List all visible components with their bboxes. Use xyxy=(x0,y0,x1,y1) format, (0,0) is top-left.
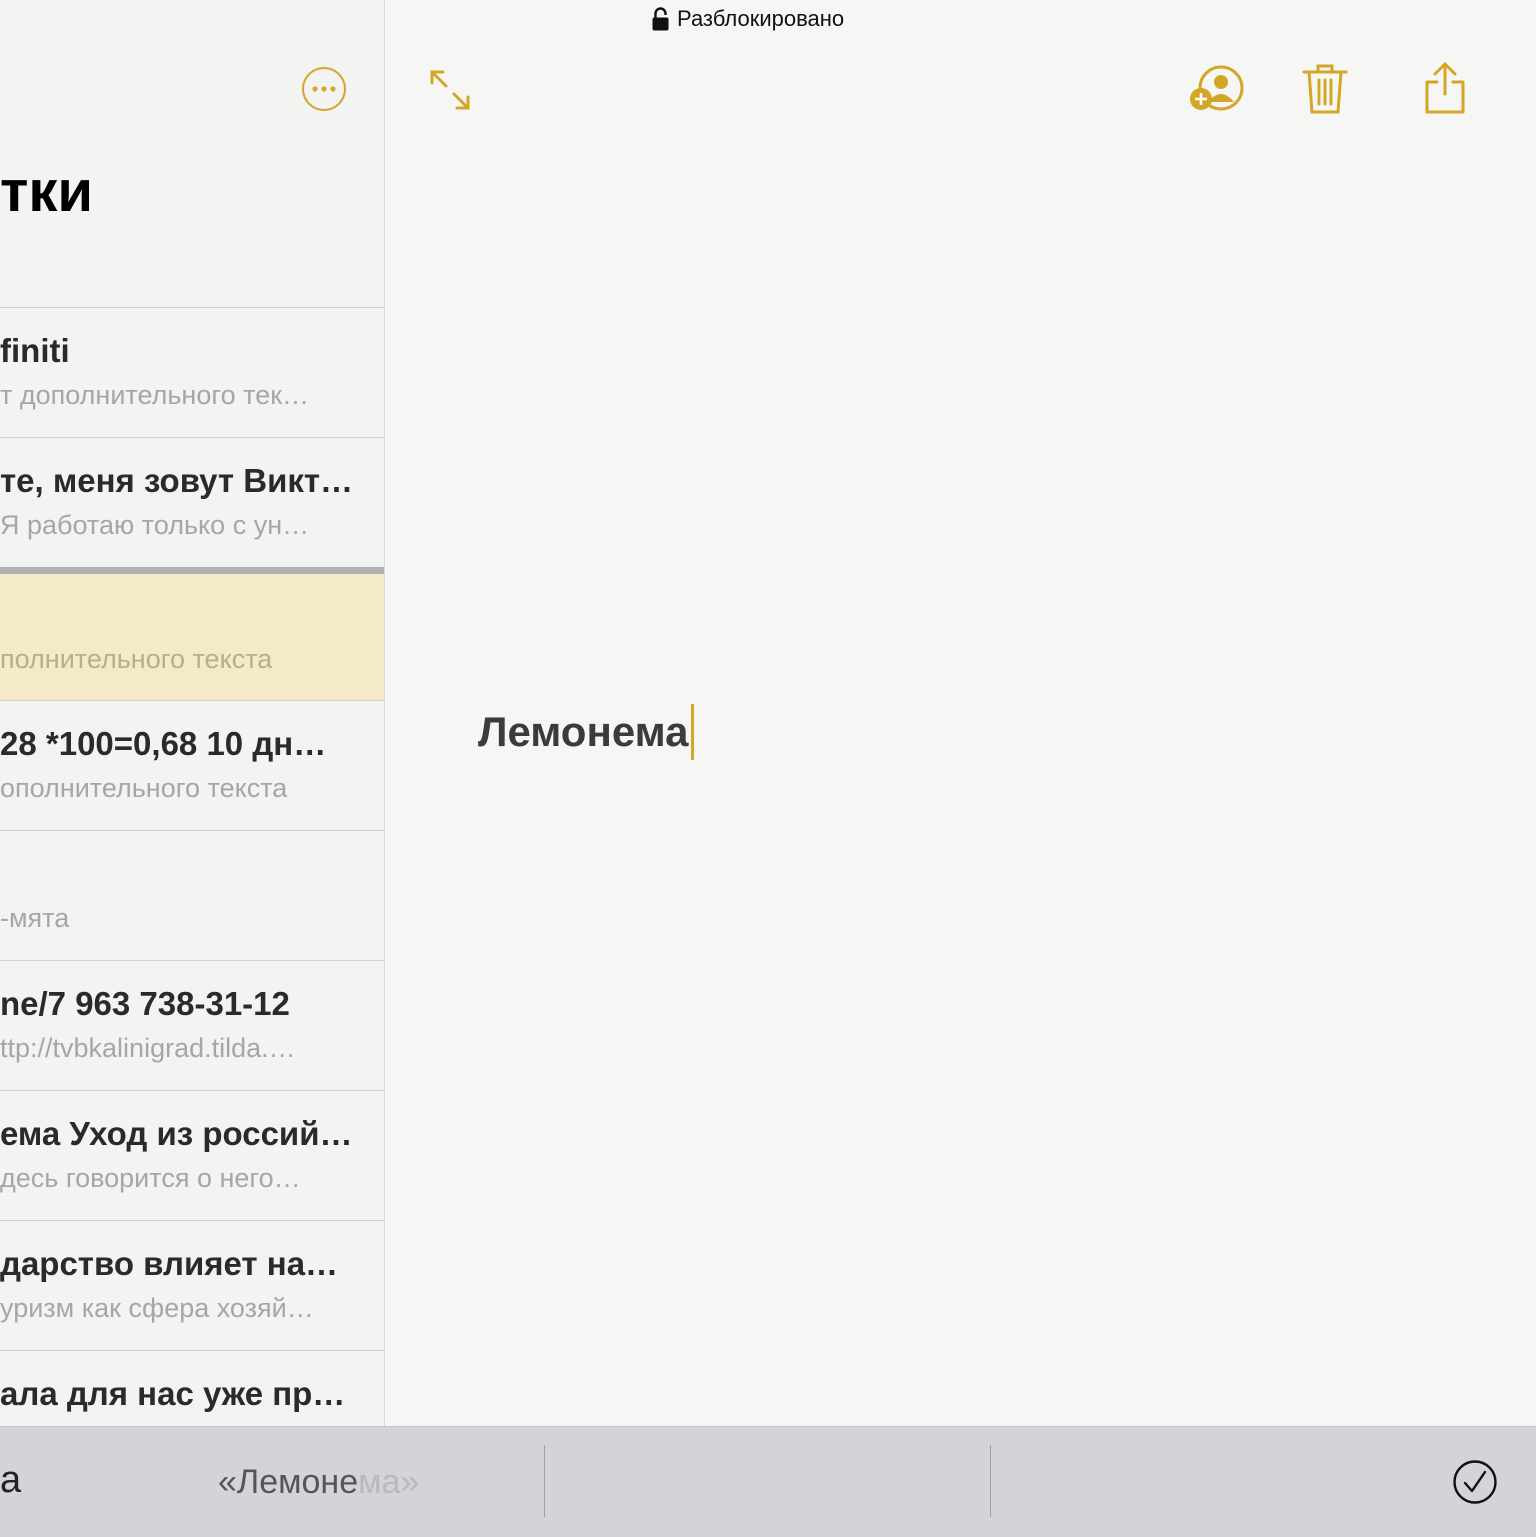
keyboard-suggestion-bar: а «Лемонема» xyxy=(0,1426,1536,1537)
expand-icon xyxy=(430,70,470,110)
note-preview: Я работаю только с ун… xyxy=(0,510,310,540)
note-list-item[interactable]: дарство влияет на… уризм как сфера хозяй… xyxy=(0,1220,384,1350)
suggestion-divider xyxy=(544,1445,545,1517)
expand-button[interactable] xyxy=(426,66,474,119)
done-button[interactable] xyxy=(1452,1459,1498,1510)
notes-list: finiti т дополнительного тек… те, меня з… xyxy=(0,307,384,1426)
add-person-button[interactable] xyxy=(1188,64,1248,119)
folder-title: тки xyxy=(0,159,94,224)
note-title: ема Уход из россий… xyxy=(0,1115,353,1152)
note-title: дарство влияет на… xyxy=(0,1245,339,1282)
add-person-icon xyxy=(1190,65,1244,111)
share-button[interactable] xyxy=(1422,60,1468,121)
note-list-item[interactable]: ема Уход из россий… десь говорится о нег… xyxy=(0,1090,384,1220)
suggestion-quoted-main: «Лемоне xyxy=(218,1463,359,1501)
note-preview: ополнительного текста xyxy=(0,773,288,803)
note-preview: ttp://tvbkalinigrad.tilda.… xyxy=(0,1033,296,1063)
note-preview: десь говорится о него… xyxy=(0,1163,301,1193)
suggestion-divider xyxy=(990,1445,991,1517)
note-list-item[interactable]: finiti т дополнительного тек… xyxy=(0,307,384,437)
share-icon xyxy=(1425,62,1465,114)
note-title: те, меня зовут Викт… xyxy=(0,462,354,499)
delete-button[interactable] xyxy=(1302,62,1348,121)
note-list-item[interactable]: те, меня зовут Викт… Я работаю только с … xyxy=(0,437,384,567)
note-list-item[interactable]: 28 *100=0,68 10 дн… ополнительного текст… xyxy=(0,700,384,830)
note-preview: т дополнительного тек… xyxy=(0,380,310,410)
note-body-text: Лемонема xyxy=(478,708,689,755)
note-preview: полнительного текста xyxy=(0,644,273,674)
note-title: ne/7 963 738-31-12 xyxy=(0,985,290,1022)
lock-status-label: Разблокировано xyxy=(677,6,845,31)
lock-open-icon xyxy=(652,7,669,31)
note-title: finiti xyxy=(0,332,70,369)
suggestion-left[interactable]: а xyxy=(0,1459,21,1502)
trash-icon xyxy=(1302,64,1348,114)
suggestion-quoted[interactable]: «Лемонема» xyxy=(218,1463,419,1502)
note-title: ала для нас уже пр… xyxy=(0,1375,346,1412)
suggestion-quoted-fade: ма» xyxy=(358,1463,420,1501)
note-preview: -мята xyxy=(0,903,70,933)
note-preview: уризм как сфера хозяй… xyxy=(0,1293,314,1323)
status-lock: Разблокировано xyxy=(652,6,844,32)
note-list-item[interactable]: -мята xyxy=(0,830,384,960)
more-options-button[interactable] xyxy=(302,67,346,111)
note-editor[interactable]: Лемонема xyxy=(478,704,694,760)
note-list-item-selected[interactable]: полнительного текста xyxy=(0,567,384,700)
note-title: 28 *100=0,68 10 дн… xyxy=(0,725,327,762)
note-list-item[interactable]: ne/7 963 738-31-12 ttp://tvbkalinigrad.t… xyxy=(0,960,384,1090)
checkmark-circle-icon xyxy=(1453,1460,1497,1504)
note-list-item[interactable]: ала для нас уже пр… xyxy=(0,1350,384,1426)
more-icon xyxy=(312,86,336,92)
text-cursor xyxy=(690,704,694,760)
notes-sidebar: тки finiti т дополнительного тек… те, ме… xyxy=(0,0,385,1426)
